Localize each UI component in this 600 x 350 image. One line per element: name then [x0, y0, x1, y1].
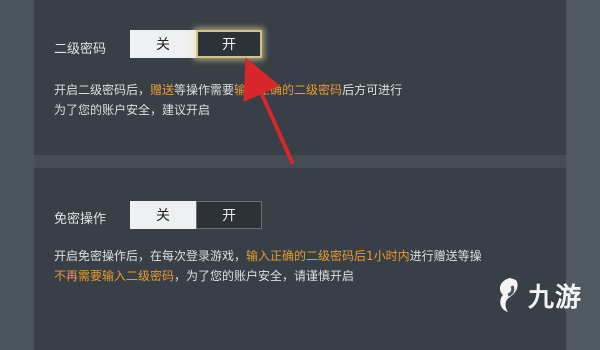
desc-text: 进行赠送等操: [409, 249, 482, 263]
password-free-label: 免密操作: [54, 212, 107, 227]
desc-text: ，为了您的账户安全，请谨慎开启: [174, 269, 355, 283]
desc-highlight: 输入正确的二级密码后1小时内: [246, 249, 410, 263]
desc-highlight: 赠送: [150, 83, 175, 97]
secondary-password-off-option[interactable]: 关: [130, 30, 196, 58]
desc-text: 等操作需要: [174, 83, 235, 97]
watermark-logo: 九游: [494, 276, 582, 314]
desc-text: 后方可进行: [342, 83, 403, 97]
left-edge: [0, 0, 34, 350]
desc-highlight: 输入正确的二级密码: [234, 83, 343, 97]
panel-divider: [34, 155, 566, 168]
secondary-password-toggle[interactable]: 关 开: [130, 30, 262, 58]
password-free-on-option[interactable]: 开: [196, 201, 262, 229]
secondary-password-label: 二级密码: [54, 42, 107, 57]
secondary-password-panel: [34, 0, 566, 155]
desc-text: 开启免密操作后，在每次登录游戏，: [54, 249, 247, 263]
password-free-desc-line2: 不再需要输入二级密码，为了您的账户安全，请谨慎开启: [54, 266, 354, 286]
watermark-text: 九游: [528, 282, 583, 313]
nine-game-logo-icon: [499, 278, 518, 312]
desc-text: 开启二级密码后，: [54, 83, 151, 97]
password-free-toggle[interactable]: 关 开: [130, 201, 262, 229]
desc-highlight: 不再需要输入二级密码: [54, 269, 175, 283]
secondary-password-desc-line2: 为了您的账户安全，建议开启: [54, 103, 211, 117]
secondary-password-desc-line1: 开启二级密码后，赠送等操作需要输入正确的二级密码后方可进行: [54, 80, 402, 100]
password-free-desc-line1: 开启免密操作后，在每次登录游戏，输入正确的二级密码后1小时内进行赠送等操: [54, 246, 482, 266]
password-free-off-option[interactable]: 关: [130, 201, 196, 229]
secondary-password-on-option[interactable]: 开: [196, 30, 262, 58]
